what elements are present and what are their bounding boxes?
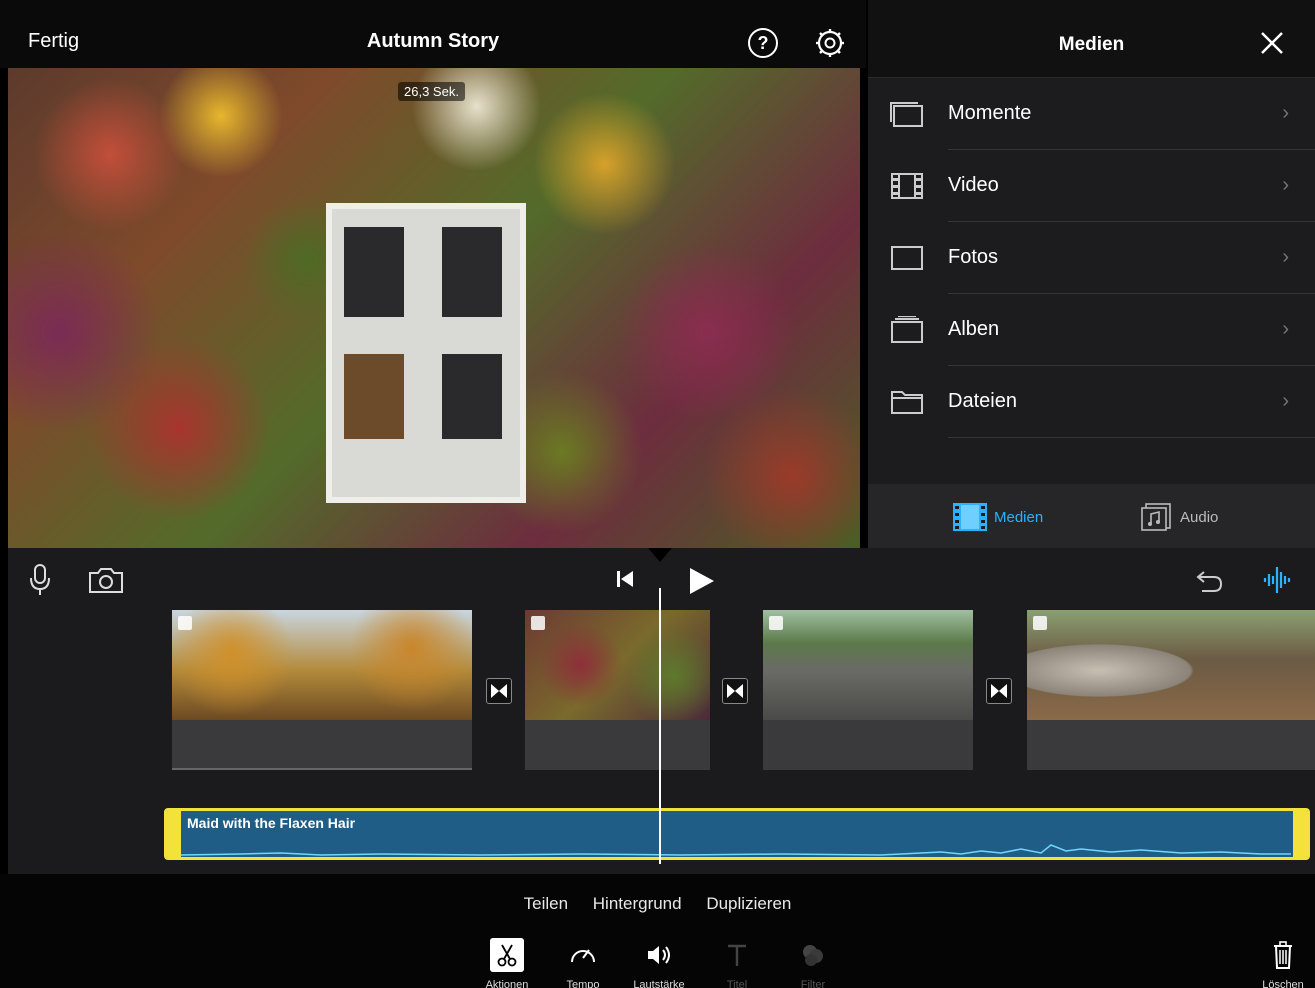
timeline-clip[interactable] xyxy=(763,610,973,770)
chevron-right-icon: › xyxy=(1282,390,1289,412)
audio-trim-handle-right[interactable] xyxy=(1293,811,1307,857)
media-row-label: Dateien xyxy=(948,390,1017,412)
tab-medien-label: Medien xyxy=(994,508,1044,526)
timeline-clip[interactable] xyxy=(172,610,472,770)
background-button[interactable]: Hintergrund xyxy=(593,894,682,913)
project-title-wrap: Autumn Story xyxy=(0,30,866,53)
audio-track-name: Maid with the Flaxen Hair xyxy=(187,815,356,831)
chevron-right-icon: › xyxy=(1282,318,1289,340)
transition-icon[interactable] xyxy=(486,678,512,704)
audio-trim-handle-left[interactable] xyxy=(167,811,181,857)
tool-tempo[interactable]: Tempo xyxy=(548,938,618,988)
project-title[interactable]: Autumn Story xyxy=(367,30,499,52)
audio-track[interactable]: Maid with the Flaxen Hair xyxy=(164,808,1310,860)
chevron-right-icon: › xyxy=(1282,102,1289,124)
moments-icon xyxy=(890,102,923,127)
tab-medien[interactable]: Medien xyxy=(952,502,1043,532)
music-note-icon xyxy=(1141,503,1171,531)
done-button[interactable]: Fertig xyxy=(28,30,79,53)
album-icon xyxy=(891,316,923,343)
clip-thumbnail xyxy=(525,610,710,720)
close-icon[interactable] xyxy=(1259,30,1285,56)
tool-label: Tempo xyxy=(566,979,600,988)
media-row-fotos[interactable]: Fotos › xyxy=(868,222,1315,294)
delete-button[interactable]: Löschen xyxy=(1248,938,1315,988)
timeline-clip[interactable] xyxy=(525,610,710,770)
tab-audio-label: Audio xyxy=(1180,508,1219,526)
tool-filter: Filter xyxy=(778,938,848,988)
timeline-clip[interactable] xyxy=(1027,610,1315,770)
clip-muted-speaker-icon xyxy=(769,616,783,630)
photo-icon xyxy=(891,246,923,270)
audio-waveform-icon[interactable] xyxy=(1262,564,1294,596)
timeline: Maid with the Flaxen Hair xyxy=(8,548,1315,874)
media-row-label: Momente xyxy=(948,102,1032,124)
media-panel-header: Medien xyxy=(868,0,1315,78)
clip-muted-speaker-icon xyxy=(531,616,545,630)
film-strip-icon xyxy=(953,503,987,531)
tool-label: Löschen xyxy=(1262,979,1304,988)
tab-audio[interactable]: Audio xyxy=(1138,502,1218,532)
settings-gear-icon[interactable] xyxy=(815,28,845,58)
tool-aktionen[interactable]: Aktionen xyxy=(472,938,542,988)
duplicate-button[interactable]: Duplizieren xyxy=(706,894,791,913)
media-row-momente[interactable]: Momente › xyxy=(868,78,1315,150)
playhead-marker xyxy=(648,548,672,562)
split-button[interactable]: Teilen xyxy=(524,894,568,913)
tool-label: Aktionen xyxy=(485,979,529,988)
media-source-list: Momente › Video › Fotos › Alben › Dateie… xyxy=(868,78,1315,438)
tool-titel: Titel xyxy=(702,938,772,988)
microphone-icon[interactable] xyxy=(30,564,50,596)
top-bar: Fertig Autumn Story ? xyxy=(0,0,866,68)
media-tab-bar: Medien Audio xyxy=(868,484,1315,548)
help-icon[interactable]: ? xyxy=(748,28,778,58)
scissors-icon xyxy=(490,938,524,972)
tool-lautstarke[interactable]: Lautstärke xyxy=(624,938,694,988)
tool-label: Filter xyxy=(800,979,826,988)
clip-muted-speaker-icon xyxy=(1033,616,1047,630)
chevron-right-icon: › xyxy=(1282,174,1289,196)
media-browser-panel: Medien Momente › Video › Fotos › Alben ›… xyxy=(868,0,1315,548)
media-row-label: Video xyxy=(948,174,999,196)
clip-thumbnail xyxy=(1027,610,1315,720)
media-row-dateien[interactable]: Dateien › xyxy=(868,366,1315,438)
transition-icon[interactable] xyxy=(722,678,748,704)
video-preview[interactable]: 26,3 Sek. xyxy=(8,68,860,548)
speedometer-icon xyxy=(571,949,595,963)
audio-waveform xyxy=(181,844,1291,856)
folder-icon xyxy=(891,391,923,414)
clip-title-badge-icon xyxy=(178,616,192,630)
media-row-video[interactable]: Video › xyxy=(868,150,1315,222)
tool-label: Titel xyxy=(726,979,748,988)
clip-thumbnail xyxy=(763,610,973,720)
clip-actions-row: Teilen Hintergrund Duplizieren xyxy=(0,894,1315,914)
title-icon xyxy=(728,944,746,966)
undo-icon[interactable] xyxy=(1194,566,1224,594)
trash-icon xyxy=(1274,941,1292,969)
media-panel-title: Medien xyxy=(1058,34,1125,55)
playhead-line[interactable] xyxy=(659,588,661,864)
speaker-icon xyxy=(648,946,670,964)
play-icon[interactable] xyxy=(686,566,716,596)
media-row-label: Fotos xyxy=(948,246,999,268)
skip-to-start-icon[interactable] xyxy=(614,568,636,590)
clip-duration-badge: 26,3 Sek. xyxy=(398,82,465,101)
filter-icon xyxy=(803,945,823,966)
tool-label: Lautstärke xyxy=(633,979,685,988)
media-row-label: Alben xyxy=(948,318,1000,340)
chevron-right-icon: › xyxy=(1282,246,1289,268)
preview-window-image xyxy=(326,203,526,503)
film-icon xyxy=(891,173,923,199)
bottom-toolbar: Teilen Hintergrund Duplizieren Aktionen … xyxy=(0,874,1315,988)
media-row-alben[interactable]: Alben › xyxy=(868,294,1315,366)
clip-thumbnail xyxy=(172,610,472,720)
transition-icon[interactable] xyxy=(986,678,1012,704)
camera-icon[interactable] xyxy=(88,566,124,594)
